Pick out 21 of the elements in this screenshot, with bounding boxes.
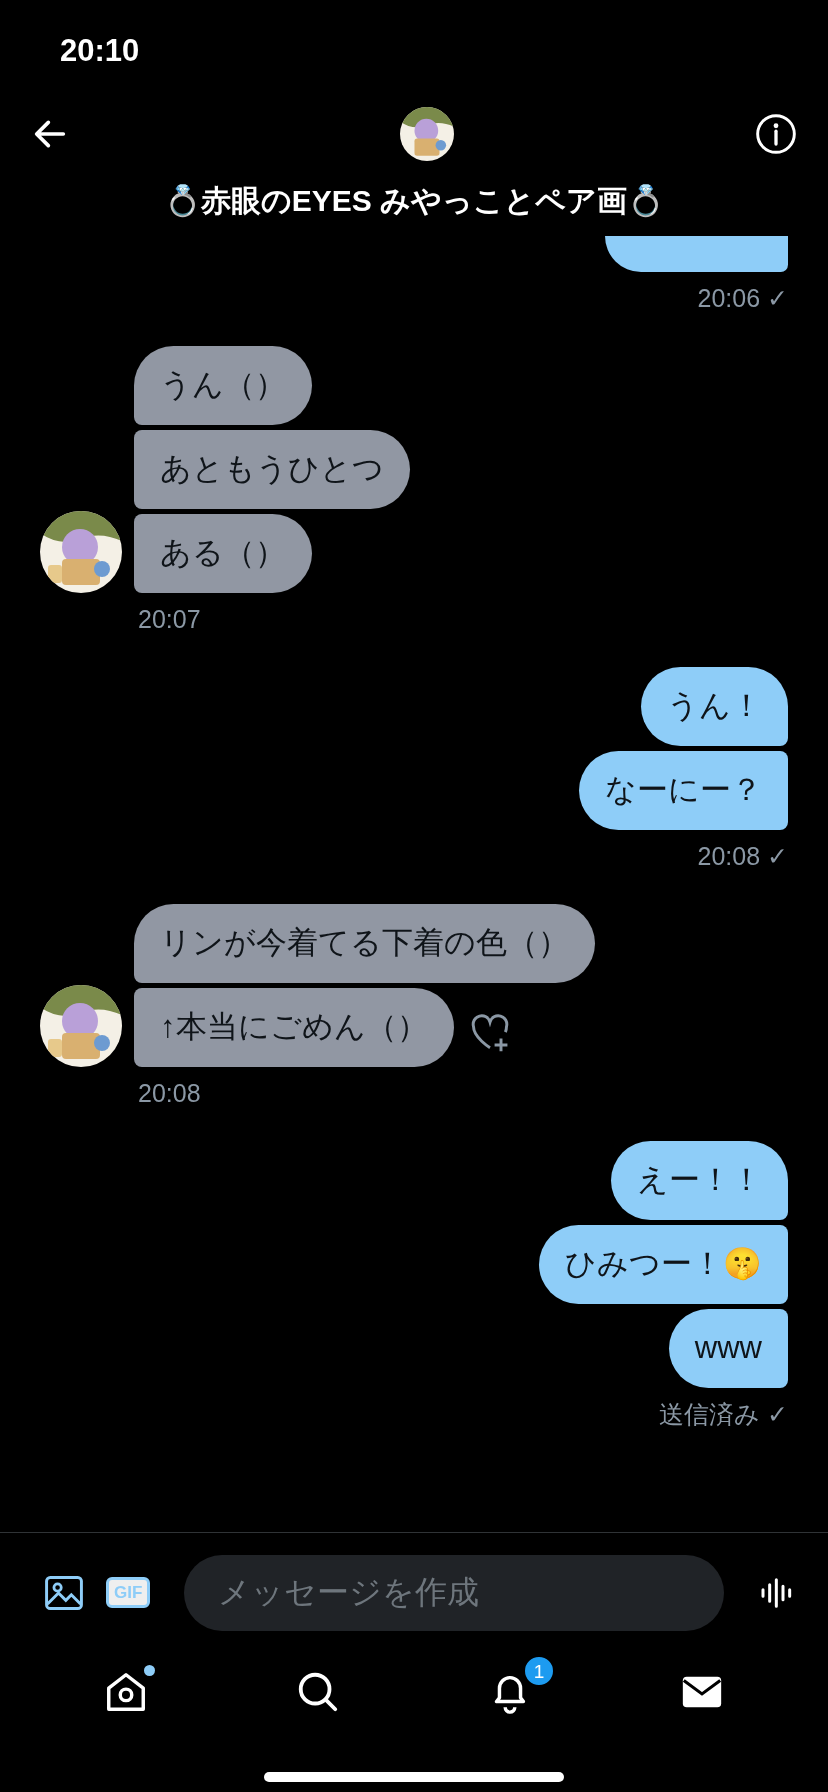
notification-dot — [144, 1665, 155, 1676]
message-bubble[interactable]: www — [668, 1309, 788, 1388]
message-time: 20:07 — [138, 605, 201, 633]
message-bubble[interactable]: なーにー？ — [579, 751, 788, 830]
info-icon[interactable] — [754, 112, 798, 156]
message-time: 20:06 ✓ — [697, 284, 788, 312]
message-bubble[interactable]: うん！ — [641, 667, 788, 746]
notification-badge: 1 — [523, 1655, 555, 1687]
conversation-title: 💍赤眼のEYES みやっことペア画💍 — [163, 183, 665, 219]
message-bubble[interactable]: ある（） — [134, 514, 312, 593]
message-time: 送信済み ✓ — [659, 1400, 788, 1428]
message-bubble[interactable]: ひみつー！🤫 — [539, 1225, 788, 1304]
message-bubble[interactable]: えー！！ — [611, 1141, 788, 1220]
message-bubble[interactable]: ↑本当にごめん（） — [134, 988, 454, 1067]
message-time: 20:08 ✓ — [697, 842, 788, 870]
message-bubble[interactable]: リンが今着てる下着の色（） — [134, 904, 595, 983]
status-time: 20:10 — [60, 33, 140, 68]
message-time: 20:08 — [138, 1079, 201, 1107]
message-bubble[interactable]: あともうひとつ — [134, 430, 410, 509]
message-input[interactable]: メッセージを作成 — [184, 1554, 724, 1631]
message-bubble[interactable]: うん（） — [134, 346, 312, 425]
